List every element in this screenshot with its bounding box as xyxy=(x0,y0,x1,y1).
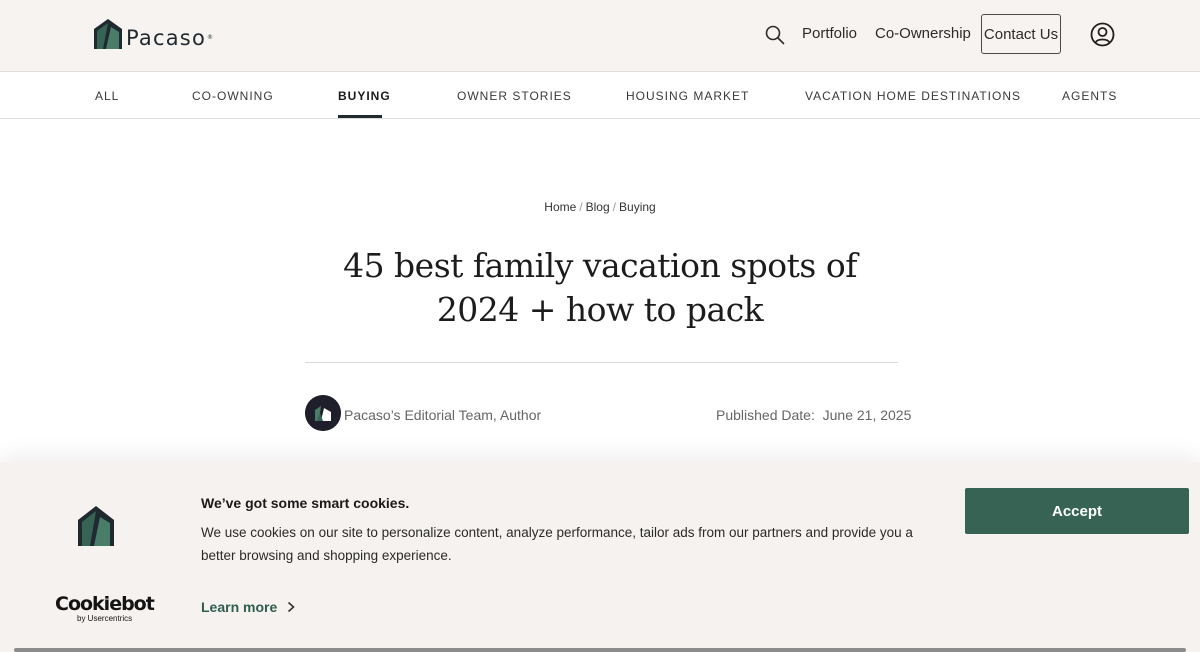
cookiebot-brand: Cookiebot xyxy=(55,593,155,615)
category-all[interactable]: ALL xyxy=(95,89,119,103)
published-date: Published Date: June 21, 2025 xyxy=(716,407,911,423)
category-co-owning[interactable]: CO-OWNING xyxy=(192,89,274,103)
article-title: 45 best family vacation spots of 2024 + … xyxy=(343,246,857,329)
account-icon[interactable] xyxy=(1090,22,1115,47)
published-label: Published Date: xyxy=(716,407,815,423)
author-name[interactable]: Pacaso’s Editorial Team, Author xyxy=(344,407,541,423)
breadcrumb-separator: / xyxy=(612,200,617,214)
category-housing-market[interactable]: HOUSING MARKET xyxy=(626,89,749,103)
author-avatar-icon xyxy=(305,395,341,431)
pacaso-logo-icon xyxy=(78,506,114,546)
category-nav: ALL CO-OWNING BUYING OWNER STORIES HOUSI… xyxy=(0,72,1200,119)
cookiebot-logo[interactable]: Cookiebot by Usercentrics xyxy=(55,593,155,624)
learn-more-link[interactable]: Learn more xyxy=(201,599,295,615)
learn-more-label: Learn more xyxy=(201,599,278,615)
title-divider xyxy=(305,362,898,363)
nav-coownership-link[interactable]: Co-Ownership xyxy=(875,24,971,44)
breadcrumb-separator: / xyxy=(579,200,583,214)
accept-cookies-button[interactable]: Accept xyxy=(965,488,1189,534)
category-agents[interactable]: AGENTS xyxy=(1062,89,1117,103)
contact-us-button[interactable]: Contact Us xyxy=(981,14,1061,54)
horizontal-scrollbar[interactable] xyxy=(14,648,1186,652)
breadcrumb-buying[interactable]: Buying xyxy=(619,200,656,214)
category-owner-stories[interactable]: OWNER STORIES xyxy=(457,89,572,103)
cookie-heading: We’ve got some smart cookies. xyxy=(201,495,410,511)
breadcrumb-blog[interactable]: Blog xyxy=(586,200,610,214)
site-header: Pacaso® Portfolio Co-Ownership Contact U… xyxy=(0,0,1200,72)
category-vacation-home-destinations[interactable]: VACATION HOME DESTINATIONS xyxy=(805,89,1021,103)
cookiebot-sub: by Usercentrics xyxy=(77,614,133,623)
breadcrumb: Home / Blog / Buying xyxy=(0,200,1200,214)
active-category-indicator xyxy=(338,115,382,118)
search-icon[interactable] xyxy=(764,24,786,46)
logo-text: Pacaso® xyxy=(126,26,215,50)
breadcrumb-home[interactable]: Home xyxy=(544,200,576,214)
cookie-description: We use cookies on our site to personaliz… xyxy=(201,525,913,563)
pacaso-logo[interactable]: Pacaso® xyxy=(94,19,214,49)
cookie-banner: Cookiebot by Usercentrics We’ve got some… xyxy=(0,462,1200,652)
nav-portfolio-link[interactable]: Portfolio xyxy=(802,24,857,44)
pacaso-logo-icon xyxy=(94,19,122,49)
category-buying[interactable]: BUYING xyxy=(338,89,391,103)
published-date-value: June 21, 2025 xyxy=(822,407,912,423)
chevron-right-icon xyxy=(288,601,295,613)
